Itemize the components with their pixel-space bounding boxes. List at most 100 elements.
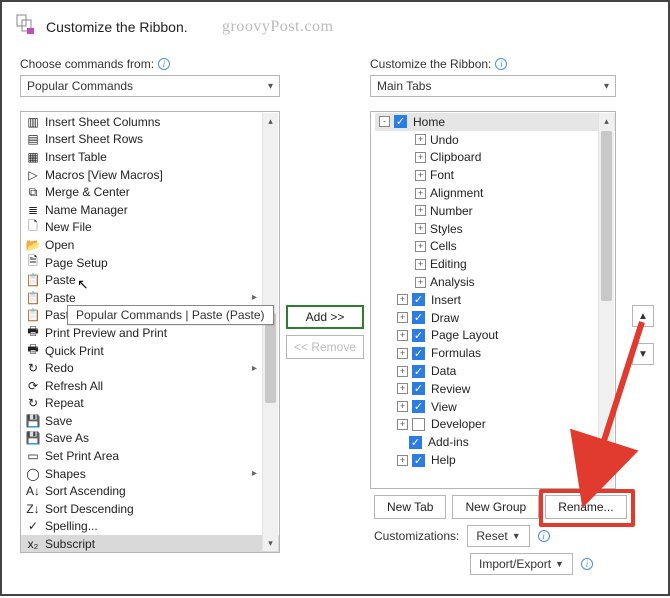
command-item[interactable]: ◯Shapes▸	[21, 465, 279, 483]
tree-item[interactable]: +Alignment	[375, 184, 615, 202]
expand-icon[interactable]: +	[397, 455, 408, 466]
move-up-button[interactable]: ▲	[632, 305, 654, 327]
expand-icon[interactable]: +	[397, 312, 408, 323]
expand-icon[interactable]: +	[415, 152, 426, 163]
expand-icon[interactable]: +	[415, 134, 426, 145]
checkbox[interactable]: ✓	[412, 382, 425, 395]
command-item[interactable]: ⟳Refresh All	[21, 377, 279, 395]
scroll-up-icon[interactable]: ▴	[599, 113, 614, 129]
command-item[interactable]: 🖶Quick Print	[21, 342, 279, 360]
checkbox[interactable]: ✓	[412, 400, 425, 413]
command-item[interactable]: Z↓Sort Descending	[21, 500, 279, 518]
command-item[interactable]: ▥Insert Sheet Columns	[21, 113, 279, 131]
tree-item[interactable]: +Clipboard	[375, 149, 615, 167]
scroll-thumb[interactable]	[601, 131, 612, 301]
expand-icon[interactable]: +	[415, 188, 426, 199]
expand-icon[interactable]: +	[415, 170, 426, 181]
customize-ribbon-dropdown[interactable]: Main Tabs ▾	[370, 75, 616, 97]
import-export-button[interactable]: Import/Export ▼	[470, 553, 573, 575]
expand-icon[interactable]: +	[397, 419, 408, 430]
command-item[interactable]: x₂Subscript	[21, 535, 279, 553]
command-item[interactable]: 💾Save As	[21, 430, 279, 448]
tree-item[interactable]: +Undo	[375, 131, 615, 149]
command-item[interactable]: 💾Save	[21, 412, 279, 430]
expand-icon[interactable]: +	[415, 205, 426, 216]
tree-item[interactable]: +Font	[375, 166, 615, 184]
expand-icon[interactable]: +	[397, 330, 408, 341]
checkbox[interactable]: ✓	[412, 329, 425, 342]
cols-icon: ▥	[25, 114, 41, 130]
tree-item[interactable]: +Styles	[375, 220, 615, 238]
command-item[interactable]: ▤Insert Sheet Rows	[21, 131, 279, 149]
commands-listbox[interactable]: ▥Insert Sheet Columns▤Insert Sheet Rows▦…	[20, 111, 280, 553]
checkbox[interactable]: ✓	[409, 436, 422, 449]
add-button[interactable]: Add >>	[286, 305, 364, 329]
info-icon[interactable]: i	[158, 58, 170, 70]
tree-item[interactable]: +Developer	[375, 416, 615, 434]
scrollbar[interactable]: ▴ ▾	[598, 113, 614, 487]
rename-button[interactable]: Rename...	[545, 495, 626, 519]
checkbox[interactable]	[412, 418, 425, 431]
scroll-down-icon[interactable]: ▾	[263, 535, 278, 551]
command-item[interactable]: A↓Sort Ascending	[21, 482, 279, 500]
tree-item[interactable]: +✓Help	[375, 451, 615, 469]
checkbox[interactable]: ✓	[412, 365, 425, 378]
tree-item[interactable]: +Analysis	[375, 273, 615, 291]
tree-item[interactable]: +✓View	[375, 398, 615, 416]
move-down-button[interactable]: ▼	[632, 343, 654, 365]
expand-icon[interactable]: +	[397, 348, 408, 359]
tree-item[interactable]: -✓Home	[375, 113, 615, 131]
new-tab-button[interactable]: New Tab	[374, 495, 446, 519]
info-icon[interactable]: i	[495, 58, 507, 70]
command-item[interactable]: ✓Spelling...	[21, 518, 279, 536]
ribbon-tree[interactable]: -✓Home+Undo+Clipboard+Font+Alignment+Num…	[370, 111, 616, 489]
tree-item[interactable]: + ✓ Data	[375, 362, 615, 380]
command-item[interactable]: 🗋New File	[21, 219, 279, 237]
checkbox[interactable]: ✓	[412, 293, 425, 306]
scroll-thumb[interactable]	[265, 313, 276, 403]
command-item[interactable]: ▷Macros [View Macros]	[21, 166, 279, 184]
command-item[interactable]: 🗎Page Setup	[21, 254, 279, 272]
choose-commands-dropdown[interactable]: Popular Commands ▾	[20, 75, 280, 97]
tree-item[interactable]: +✓Review	[375, 380, 615, 398]
expand-icon[interactable]: +	[397, 294, 408, 305]
command-item[interactable]: 📂Open	[21, 236, 279, 254]
command-item[interactable]: ▭Set Print Area	[21, 447, 279, 465]
command-item[interactable]: ⧉Merge & Center	[21, 183, 279, 201]
tree-item-label: Data	[431, 364, 456, 378]
tree-item[interactable]: ✓Add-ins	[375, 433, 615, 451]
command-item[interactable]: 🖶Print Preview and Print	[21, 324, 279, 342]
expand-icon[interactable]: +	[415, 259, 426, 270]
scroll-up-icon[interactable]: ▴	[263, 113, 278, 129]
command-item[interactable]: ↻Redo▸	[21, 359, 279, 377]
scroll-down-icon[interactable]: ▾	[599, 471, 614, 487]
tree-item[interactable]: +✓Insert	[375, 291, 615, 309]
reset-button[interactable]: Reset ▼	[467, 525, 529, 547]
checkbox[interactable]: ✓	[394, 115, 407, 128]
tree-item[interactable]: +Number	[375, 202, 615, 220]
command-item[interactable]: ↻Repeat	[21, 395, 279, 413]
tree-item[interactable]: +✓Draw	[375, 309, 615, 327]
expand-icon[interactable]: +	[415, 277, 426, 288]
command-item[interactable]: ≣Name Manager	[21, 201, 279, 219]
command-item[interactable]: 📋Paste	[21, 271, 279, 289]
scrollbar[interactable]: ▴ ▾	[262, 113, 278, 551]
info-icon[interactable]: i	[581, 558, 593, 570]
expand-icon[interactable]: +	[415, 241, 426, 252]
checkbox[interactable]: ✓	[412, 454, 425, 467]
command-item[interactable]: 📋Paste Special...Popular Commands | Past…	[21, 307, 279, 325]
checkbox[interactable]: ✓	[412, 347, 425, 360]
new-group-button[interactable]: New Group	[452, 495, 539, 519]
expand-icon[interactable]: +	[397, 401, 408, 412]
expand-icon[interactable]: +	[397, 366, 408, 377]
tree-item[interactable]: +✓Page Layout	[375, 327, 615, 345]
tree-item[interactable]: +✓Formulas	[375, 344, 615, 362]
info-icon[interactable]: i	[538, 530, 550, 542]
tree-item[interactable]: +Cells	[375, 238, 615, 256]
collapse-icon[interactable]: -	[379, 116, 390, 127]
checkbox[interactable]: ✓	[412, 311, 425, 324]
command-item[interactable]: ▦Insert Table	[21, 148, 279, 166]
expand-icon[interactable]: +	[397, 383, 408, 394]
tree-item[interactable]: +Editing	[375, 255, 615, 273]
expand-icon[interactable]: +	[415, 223, 426, 234]
